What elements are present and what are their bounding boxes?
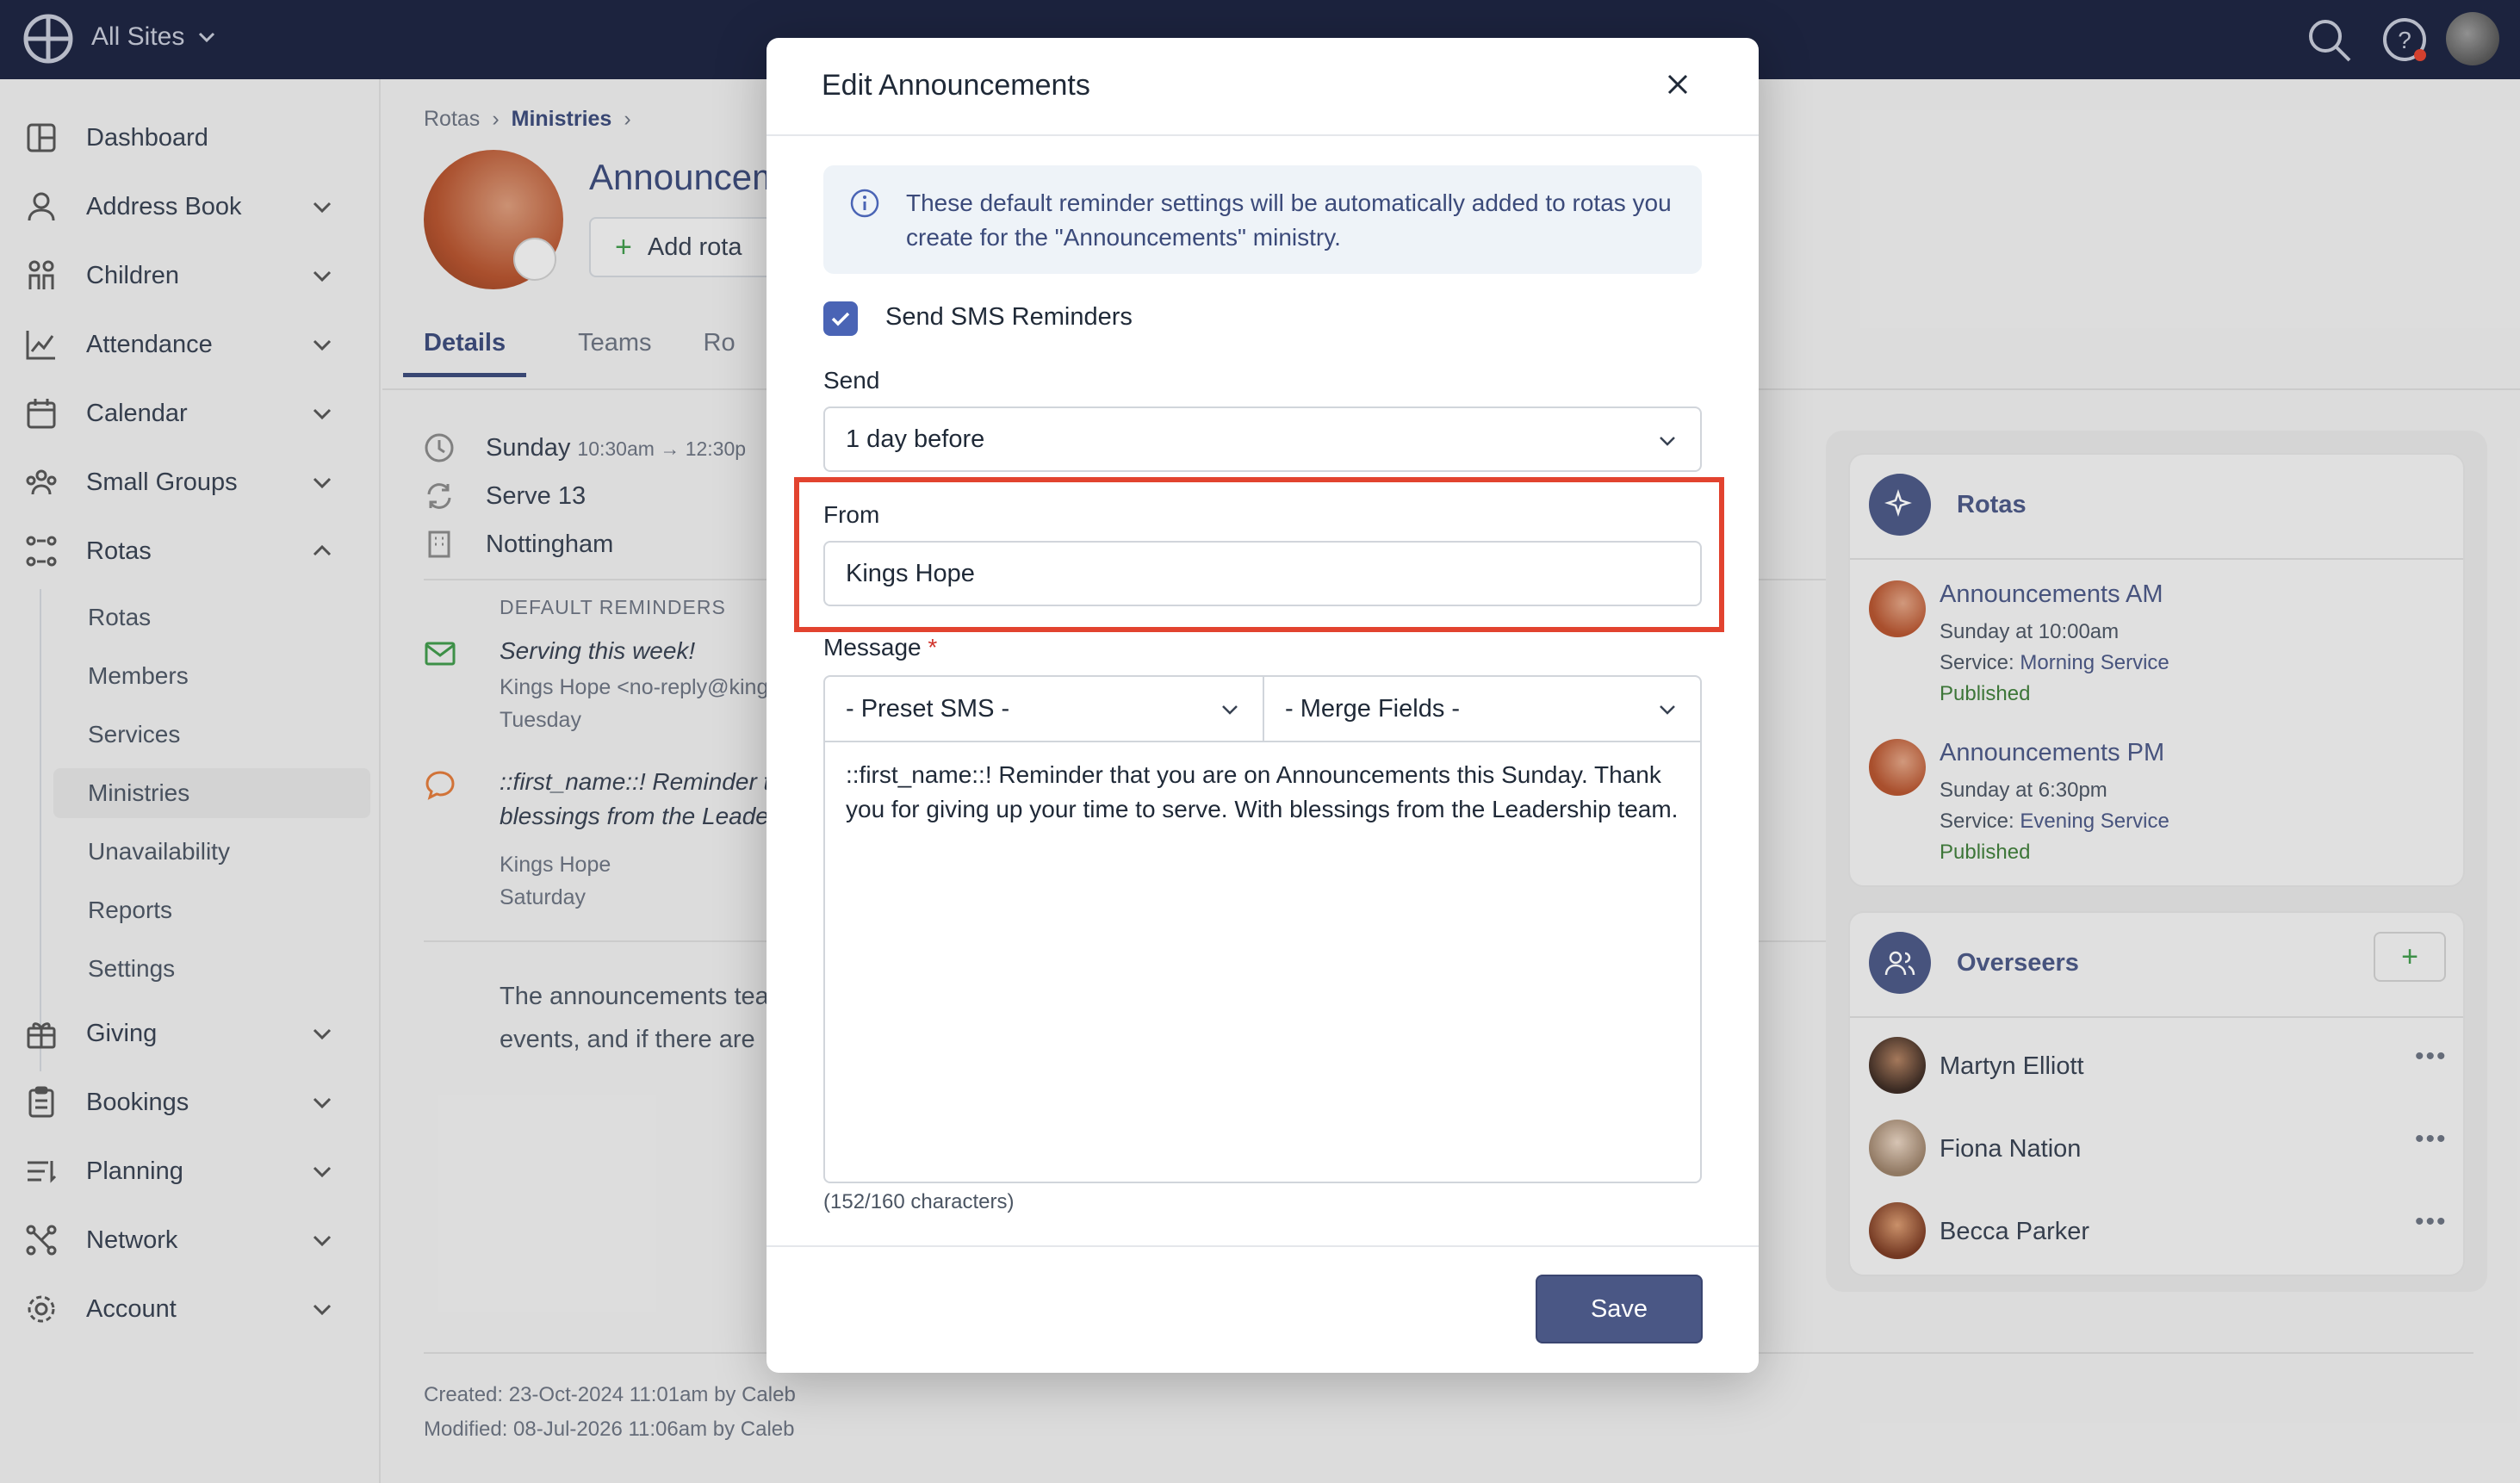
modal-title: Edit Announcements	[822, 69, 1090, 102]
from-label: From	[823, 501, 880, 528]
send-sms-checkbox[interactable]	[823, 301, 858, 336]
send-timing-value: 1 day before	[846, 425, 985, 453]
save-button[interactable]: Save	[1536, 1275, 1703, 1343]
chevron-down-icon	[1660, 437, 1675, 446]
edit-announcements-modal: Edit Announcements These default reminde…	[767, 38, 1759, 1373]
message-textarea[interactable]: ::first_name::! Reminder that you are on…	[823, 741, 1702, 1183]
info-text: These default reminder settings will be …	[906, 189, 1672, 251]
modal-header-divider	[767, 134, 1759, 136]
send-timing-select[interactable]: 1 day before	[823, 406, 1702, 472]
required-marker: *	[928, 634, 938, 661]
preset-sms-value: - Preset SMS -	[846, 694, 1010, 723]
merge-fields-value: - Merge Fields -	[1285, 694, 1461, 723]
checkmark-icon	[831, 312, 850, 326]
send-label: Send	[823, 367, 880, 394]
close-icon[interactable]	[1662, 69, 1693, 100]
merge-fields-select[interactable]: - Merge Fields -	[1263, 677, 1700, 741]
info-icon	[850, 189, 879, 218]
chevron-down-icon	[1660, 705, 1675, 715]
modal-footer-divider	[767, 1245, 1759, 1247]
from-input[interactable]	[823, 541, 1702, 606]
send-sms-label[interactable]: Send SMS Reminders	[885, 303, 1133, 332]
chevron-down-icon	[1222, 705, 1238, 715]
message-toolbar: - Preset SMS - - Merge Fields -	[823, 675, 1702, 742]
message-label: Message *	[823, 634, 937, 661]
preset-sms-select[interactable]: - Preset SMS -	[825, 677, 1263, 741]
info-banner: These default reminder settings will be …	[823, 165, 1702, 274]
character-count: (152/160 characters)	[823, 1190, 1015, 1213]
message-label-text: Message	[823, 634, 922, 661]
